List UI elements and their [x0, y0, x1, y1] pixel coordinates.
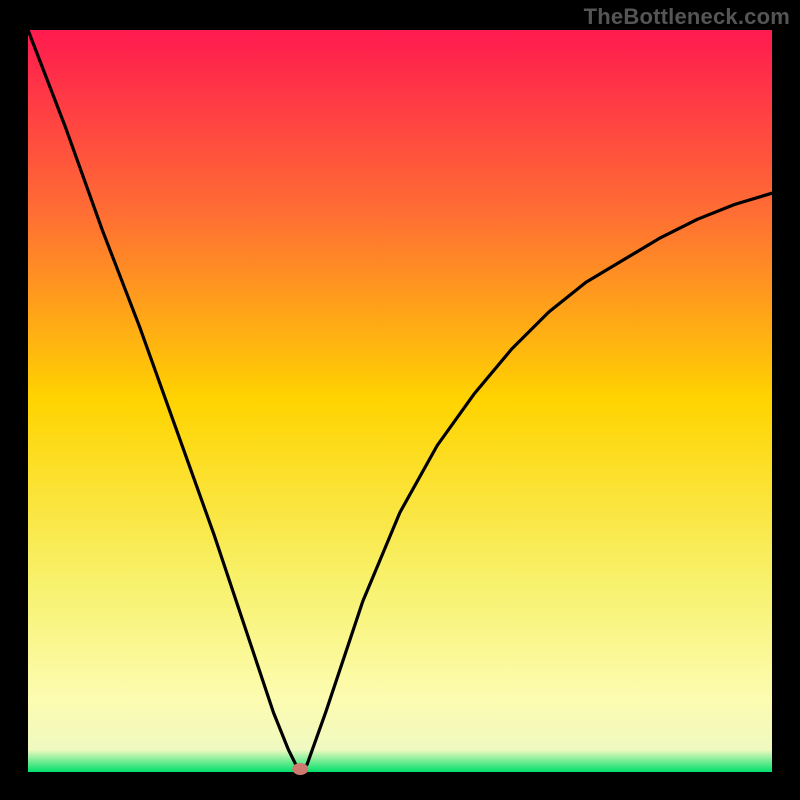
optimal-point-marker [292, 763, 308, 775]
bottleneck-chart [0, 0, 800, 800]
gradient-background [28, 30, 772, 772]
chart-frame: TheBottleneck.com [0, 0, 800, 800]
